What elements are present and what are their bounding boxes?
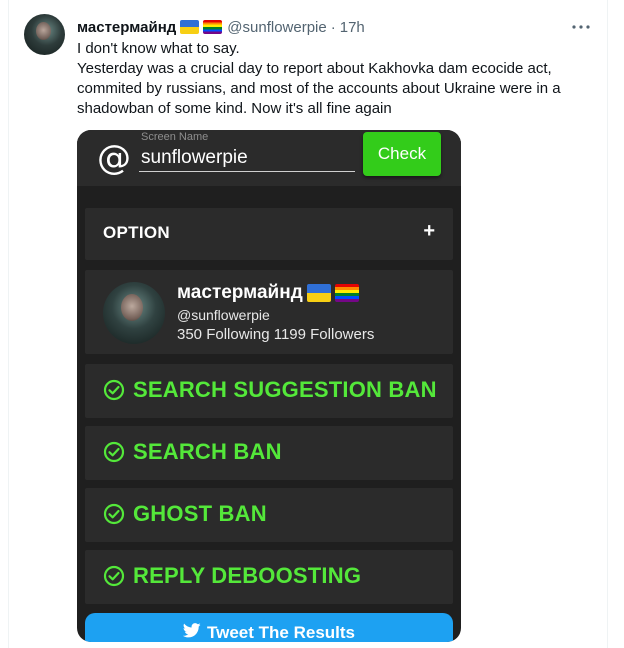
check-circle-icon: [103, 379, 125, 401]
ban-result-row: GHOST BAN: [85, 488, 453, 542]
ukraine-flag-icon: [180, 20, 200, 34]
profile-avatar: [103, 282, 165, 344]
check-circle-icon: [103, 565, 125, 587]
option-label: OPTION: [103, 223, 170, 242]
profile-name: мастермайнд: [177, 282, 359, 304]
tweet-timestamp[interactable]: 17h: [340, 19, 365, 36]
tweet-results-button: Tweet The Results: [85, 613, 453, 642]
ban-label: SEARCH BAN: [133, 439, 282, 464]
check-circle-icon: [103, 441, 125, 463]
tweet-header: мастермайнд @sunflowerpie · 17h: [77, 17, 365, 37]
at-icon: @: [97, 138, 131, 178]
tweet-media-image[interactable]: @ Screen Name sunflowerpie Check OPTION …: [77, 130, 461, 642]
rainbow-flag-icon: [203, 20, 223, 34]
profile-stats: 350 Following 1199 Followers: [177, 326, 375, 343]
tweet-text: I don't know what to say. Yesterday was …: [77, 39, 597, 119]
tweet-text-line-2: Yesterday was a crucial day to report ab…: [77, 60, 561, 117]
ban-label: REPLY DEBOOSTING: [133, 563, 362, 588]
ban-label: GHOST BAN: [133, 501, 267, 526]
ukraine-flag-icon: [306, 283, 331, 302]
plus-icon: +: [423, 220, 435, 242]
more-horizontal-icon: [572, 25, 590, 29]
rainbow-flag-icon: [334, 283, 359, 302]
ban-result-row: SEARCH SUGGESTION BAN: [85, 364, 453, 418]
check-button: Check: [363, 132, 441, 176]
screen-name-label: Screen Name: [141, 131, 209, 143]
profile-card: мастермайнд @sunflowerpie 350 Following …: [85, 270, 453, 354]
separator-dot: ·: [330, 18, 336, 36]
screen-name-bar: @ Screen Name sunflowerpie Check: [77, 130, 461, 186]
author-name[interactable]: мастермайнд: [77, 19, 176, 36]
author-avatar[interactable]: [24, 14, 65, 55]
tweet-text-line-1: I don't know what to say.: [77, 40, 240, 57]
twitter-bird-icon: [183, 623, 201, 638]
screen-name-input: sunflowerpie: [139, 144, 355, 172]
ban-label: SEARCH SUGGESTION BAN: [133, 377, 437, 402]
option-panel: OPTION +: [85, 208, 453, 260]
ban-result-row: REPLY DEBOOSTING: [85, 550, 453, 604]
tweet-results-label: Tweet The Results: [207, 623, 355, 642]
profile-name-text: мастермайнд: [177, 282, 303, 303]
author-handle[interactable]: @sunflowerpie: [227, 19, 326, 36]
more-options-button[interactable]: [570, 16, 592, 38]
check-circle-icon: [103, 503, 125, 525]
ban-result-row: SEARCH BAN: [85, 426, 453, 480]
profile-handle: @sunflowerpie: [177, 307, 270, 323]
